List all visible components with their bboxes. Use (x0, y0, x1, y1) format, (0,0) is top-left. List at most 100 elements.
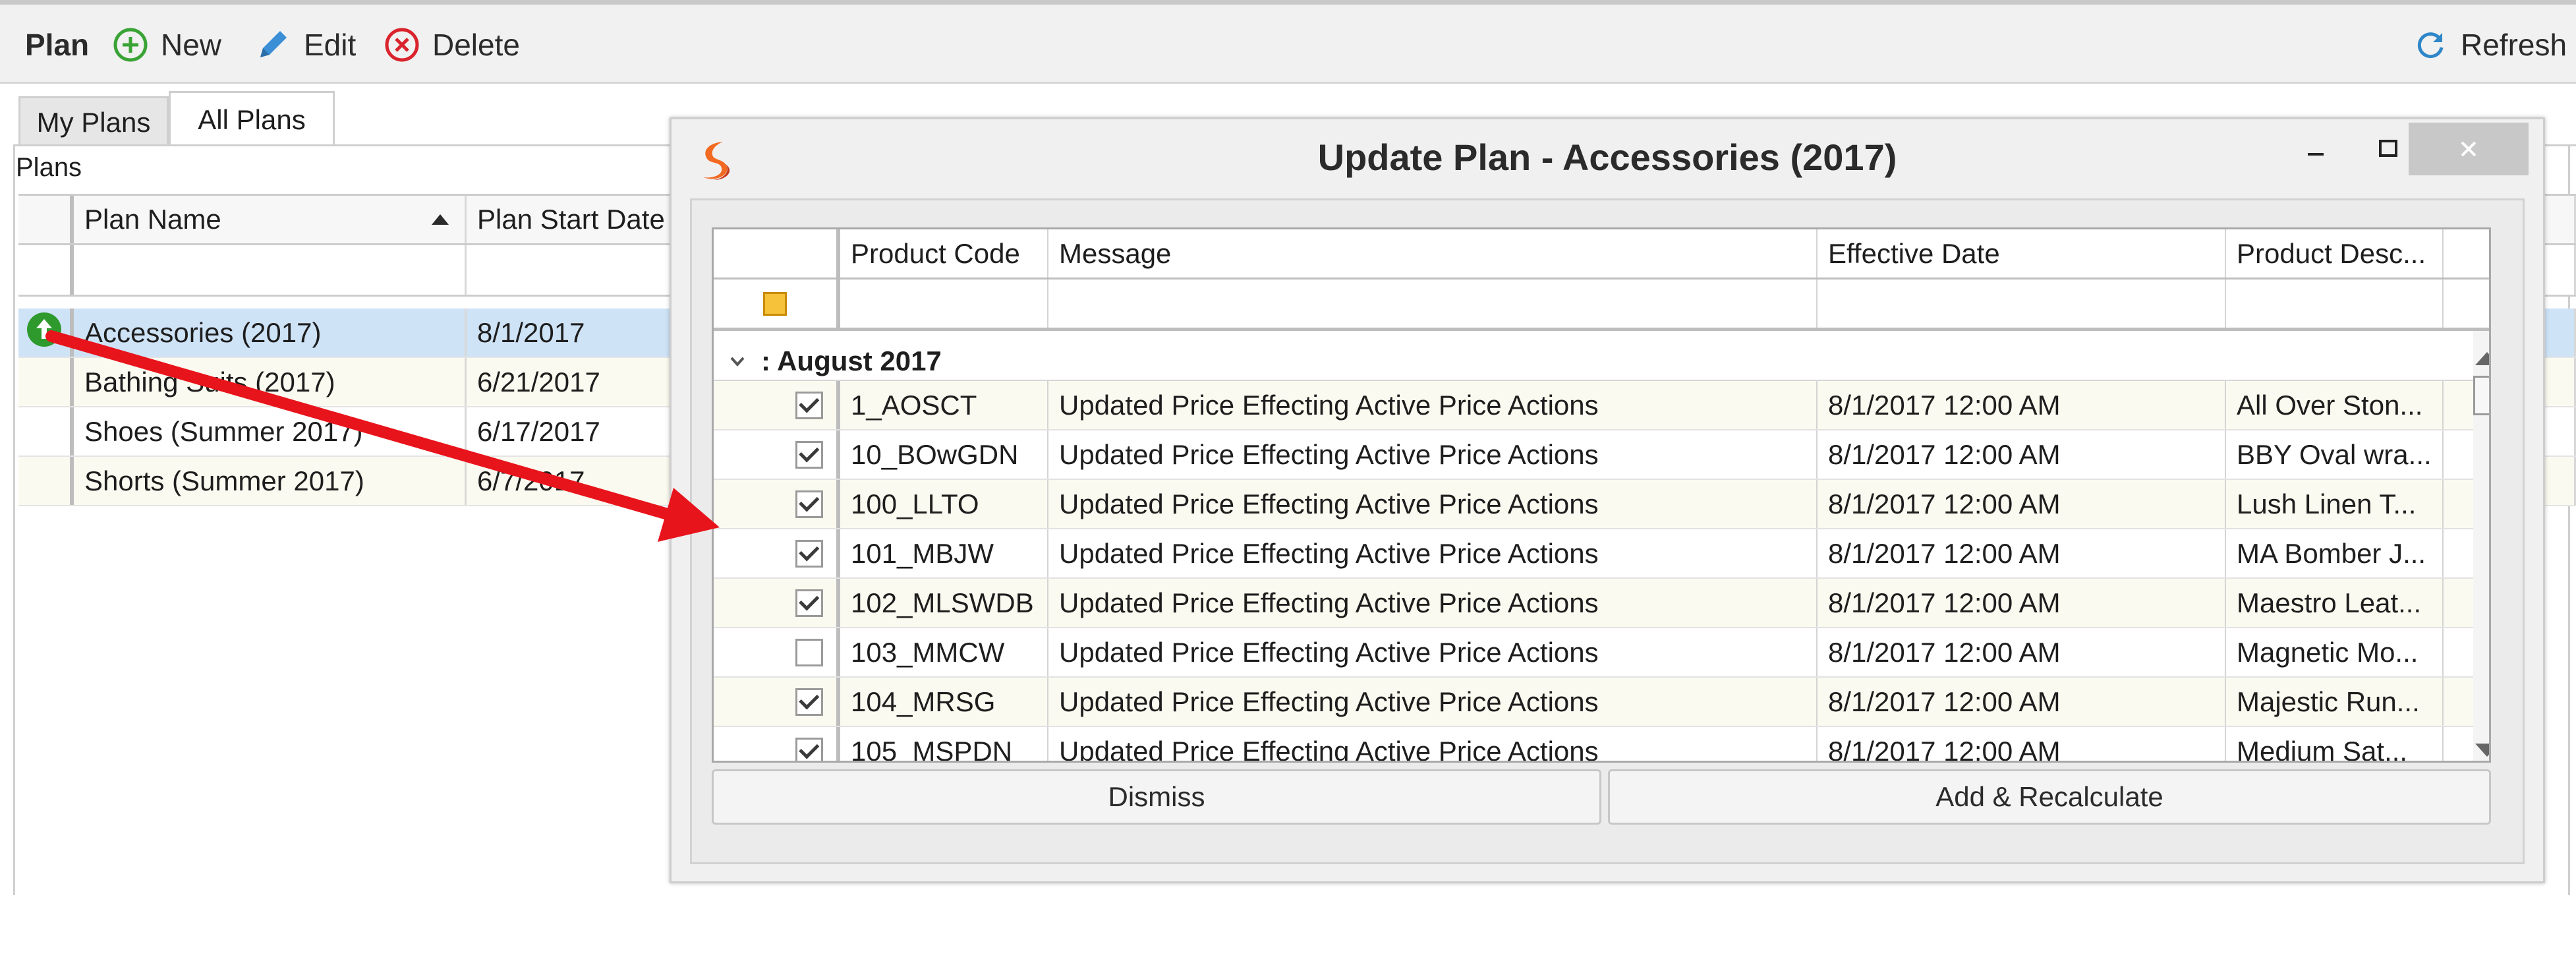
column-header-effective-date[interactable]: Effective Date (1818, 229, 2226, 278)
table-row[interactable]: 1_AOSCT Updated Price Effecting Active Pr… (714, 381, 2489, 430)
effective-date-cell: 8/1/2017 12:00 AM (1818, 480, 2226, 528)
message-cell: Updated Price Effecting Active Price Act… (1048, 678, 1818, 726)
window-top-border (0, 0, 2576, 5)
table-row[interactable]: 100_LLTO Updated Price Effecting Active P… (714, 480, 2489, 529)
row-indicator-cell (18, 308, 74, 357)
description-filter-input[interactable] (2226, 279, 2444, 328)
scroll-down-icon[interactable] (2475, 744, 2489, 757)
table-row[interactable]: 101_MBJW Updated Price Effecting Active P… (714, 529, 2489, 579)
add-circle-icon (112, 26, 149, 63)
product-description-cell: MA Bomber J... (2226, 529, 2444, 577)
row-checkbox-cell (714, 727, 840, 761)
product-description-cell: Magnetic Mo... (2226, 628, 2444, 676)
plan-name-cell: Shorts (Summer 2017) (74, 457, 467, 505)
dialog-titlebar[interactable]: Update Plan - Accessories (2017) (672, 119, 2543, 195)
effective-date-cell: 8/1/2017 12:00 AM (1818, 579, 2226, 627)
row-checkbox[interactable] (795, 490, 823, 518)
pencil-icon (254, 26, 292, 64)
edit-button[interactable]: Edit (254, 19, 356, 71)
plan-start-cell: 6/21/2017 (467, 358, 691, 406)
row-checkbox[interactable] (795, 440, 823, 469)
row-checkbox[interactable] (795, 688, 823, 716)
product-code-filter-input[interactable] (840, 279, 1048, 328)
table-row[interactable]: 10_BOwGDN Updated Price Effecting Active … (714, 430, 2489, 480)
up-arrow-icon (26, 311, 63, 355)
group-label: : August 2017 (761, 345, 942, 376)
product-description-cell: BBY Oval wra... (2226, 430, 2444, 479)
table-row[interactable]: 104_MRSG Updated Price Effecting Active P… (714, 678, 2489, 727)
message-cell: Updated Price Effecting Active Price Act… (1048, 430, 1818, 479)
scroll-up-icon[interactable] (2475, 352, 2489, 365)
plan-name-header-label: Plan Name (84, 204, 221, 235)
row-checkbox-cell (714, 381, 840, 429)
effective-date-cell: 8/1/2017 12:00 AM (1818, 381, 2226, 429)
tab-all-plans[interactable]: All Plans (169, 91, 335, 146)
row-checkbox[interactable] (795, 539, 823, 568)
row-checkbox[interactable] (795, 391, 823, 419)
effective-date-filter-input[interactable] (1818, 279, 2226, 328)
plan-start-cell: 6/7/2017 (467, 457, 691, 505)
grid-header: Product Code Message Effective Date Prod… (714, 229, 2489, 279)
product-code-cell: 102_MLSWDB (840, 579, 1048, 627)
message-cell: Updated Price Effecting Active Price Act… (1048, 381, 1818, 429)
column-header-product-description[interactable]: Product Desc... (2226, 229, 2444, 278)
plan-start-filter-input[interactable] (467, 245, 691, 295)
row-checkbox[interactable] (795, 638, 823, 666)
table-row[interactable]: 105_MSPDN Updated Price Effecting Active … (714, 727, 2489, 761)
row-indicator-cell (18, 407, 74, 455)
new-button[interactable]: New (112, 19, 221, 71)
product-description-cell: Majestic Run... (2226, 678, 2444, 726)
plan-name-filter-input[interactable] (74, 245, 467, 295)
plan-name-cell: Shoes (Summer 2017) (74, 407, 467, 455)
minimize-button[interactable] (2279, 123, 2352, 175)
row-checkbox-cell (714, 579, 840, 627)
table-row[interactable]: 102_MLSWDB Updated Price Effecting Active… (714, 579, 2489, 628)
row-checkbox-cell (714, 529, 840, 577)
plan-start-cell: 8/1/2017 (467, 308, 691, 357)
select-all-checkbox[interactable] (763, 291, 787, 316)
message-filter-input[interactable] (1048, 279, 1818, 328)
refresh-icon (2412, 26, 2449, 63)
add-recalculate-button[interactable]: Add & Recalculate (1608, 769, 2491, 825)
filter-indicator-cell (18, 245, 74, 295)
column-header-plan-name[interactable]: Plan Name (74, 196, 467, 243)
message-cell: Updated Price Effecting Active Price Act… (1048, 480, 1818, 528)
scrollbar-thumb[interactable] (2473, 376, 2489, 415)
row-checkbox[interactable] (795, 589, 823, 617)
refresh-button-label: Refresh (2461, 28, 2567, 62)
column-header-plan-start-date[interactable]: Plan Start Date (467, 196, 691, 243)
effective-date-cell: 8/1/2017 12:00 AM (1818, 727, 2226, 761)
row-checkbox-cell (714, 480, 840, 528)
product-code-cell: 103_MMCW (840, 628, 1048, 676)
header-indicator-cell (714, 229, 840, 278)
filter-filler (2444, 279, 2489, 328)
tab-my-plans[interactable]: My Plans (18, 96, 169, 146)
group-row-august-2017[interactable]: : August 2017 (714, 343, 2489, 381)
vertical-scrollbar[interactable] (2473, 331, 2489, 761)
effective-date-cell: 8/1/2017 12:00 AM (1818, 430, 2226, 479)
delete-circle-icon (384, 26, 420, 63)
close-icon (2461, 141, 2476, 157)
dismiss-button[interactable]: Dismiss (712, 769, 1601, 825)
effective-date-cell: 8/1/2017 12:00 AM (1818, 678, 2226, 726)
plan-name-cell: Accessories (2017) (74, 308, 467, 357)
row-checkbox[interactable] (795, 737, 823, 761)
product-code-cell: 10_BOwGDN (840, 430, 1048, 479)
maximize-icon (2379, 140, 2397, 157)
plans-section-label: Plans (16, 153, 82, 182)
chevron-down-icon[interactable] (714, 351, 761, 371)
message-cell: Updated Price Effecting Active Price Act… (1048, 529, 1818, 577)
refresh-button[interactable]: Refresh (2412, 19, 2567, 71)
dialog-title: Update Plan - Accessories (2017) (1317, 136, 1897, 178)
price-actions-grid: Product Code Message Effective Date Prod… (712, 227, 2491, 763)
table-row[interactable]: 103_MMCW Updated Price Effecting Active P… (714, 628, 2489, 678)
column-header-product-code[interactable]: Product Code (840, 229, 1048, 278)
product-code-cell: 105_MSPDN (840, 727, 1048, 761)
product-code-cell: 100_LLTO (840, 480, 1048, 528)
close-button[interactable] (2409, 123, 2529, 175)
toolbar: Plan New Edit Delete Refresh (0, 5, 2576, 84)
plan-start-cell: 6/17/2017 (467, 407, 691, 455)
delete-button[interactable]: Delete (384, 19, 520, 71)
column-header-message[interactable]: Message (1048, 229, 1818, 278)
product-code-cell: 1_AOSCT (840, 381, 1048, 429)
